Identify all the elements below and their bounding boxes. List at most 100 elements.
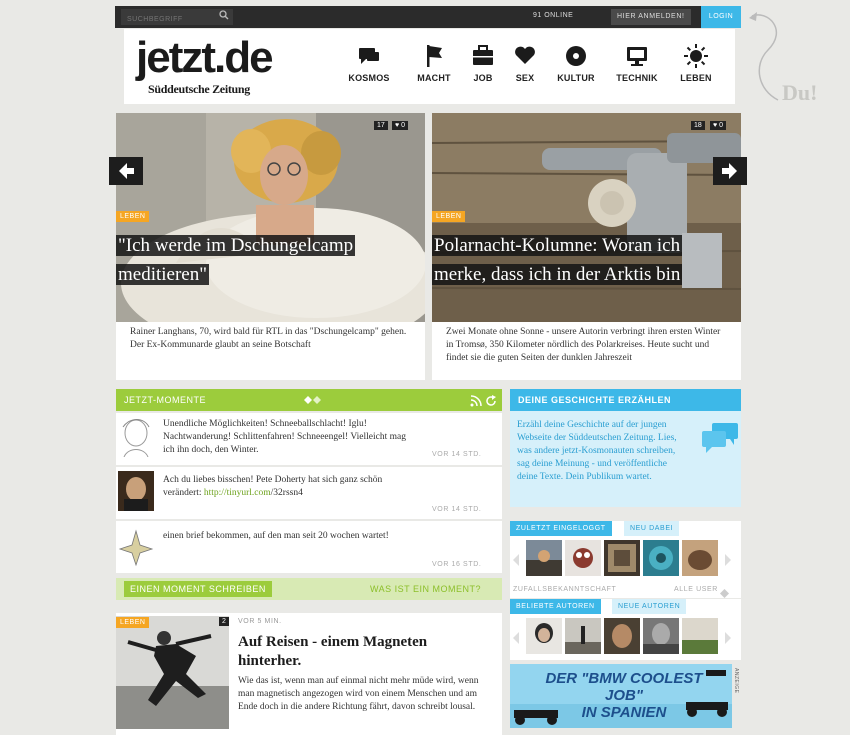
search-input[interactable]: [121, 9, 233, 25]
moment-time: VOR 16 STD.: [432, 561, 482, 568]
article-teaser[interactable]: LEBEN 2 VOR 5 MIN. Auf Reisen - einem Ma…: [116, 613, 502, 735]
moment-item[interactable]: einen brief bekommen, auf den man seit 2…: [116, 521, 502, 573]
tab-neu-dabei[interactable]: NEU DABEI: [624, 521, 680, 536]
register-button[interactable]: HIER ANMELDEN!: [611, 9, 691, 25]
site-logo[interactable]: jetzt.de: [136, 33, 274, 83]
du-text: Du!: [782, 80, 818, 105]
write-moment-button[interactable]: EINEN MOMENT SCHREIBEN: [124, 581, 272, 597]
user-avatar[interactable]: [682, 540, 718, 576]
tab-beliebte-autoren[interactable]: BELIEBTE AUTOREN: [510, 599, 601, 614]
ad-line: IN SPANIEN: [581, 704, 667, 721]
moment-text: Unendliche Möglichkeiten! Schneeballschl…: [163, 419, 406, 455]
slide-headline-1[interactable]: "Ich werde im Dschungelcamp meditieren": [116, 231, 425, 289]
article-title-line: hinterher.: [238, 653, 302, 669]
article-time: VOR 5 MIN.: [238, 618, 282, 625]
login-button[interactable]: LOGIN: [701, 6, 741, 28]
nav-item-leben[interactable]: LEBEN: [674, 43, 718, 83]
ad-banner[interactable]: DER "BMW COOLEST JOB" IN SPANIEN: [510, 664, 732, 728]
author-avatar[interactable]: [565, 618, 601, 654]
arrow-right-icon: [713, 163, 747, 189]
tab-zuletzt-eingeloggt[interactable]: ZULETZT EINGELOGGT: [510, 521, 612, 536]
headline-line: merke, dass ich in der Arktis bin: [432, 264, 683, 285]
chevron-left-icon[interactable]: [513, 553, 521, 566]
ad-label: ANZEIGE: [733, 668, 739, 694]
what-is-moment-link[interactable]: WAS IST EIN MOMENT?: [370, 584, 481, 594]
author-avatar[interactable]: [682, 618, 718, 654]
slider-next-button[interactable]: [713, 157, 747, 185]
view-count: 18: [694, 122, 702, 129]
article-title[interactable]: Auf Reisen - einem Magneten hinterher.: [238, 633, 427, 671]
chevron-right-icon[interactable]: [723, 631, 731, 644]
all-users-link[interactable]: ALLE USER: [674, 586, 718, 593]
slide-image-1[interactable]: [116, 113, 425, 322]
nav-label: JOB: [473, 73, 493, 83]
moments-title: JETZT-MOMENTE: [124, 395, 206, 405]
headline-line: meditieren": [116, 264, 209, 285]
nav-item-job[interactable]: JOB: [468, 43, 498, 83]
moment-item[interactable]: Unendliche Möglichkeiten! Schneeballschl…: [116, 413, 502, 465]
slide-category[interactable]: LEBEN: [116, 211, 150, 222]
nav-item-macht[interactable]: MACHT: [414, 43, 454, 83]
slide-image-2[interactable]: [432, 113, 741, 322]
user-avatar[interactable]: [526, 540, 562, 576]
article-category[interactable]: LEBEN: [116, 617, 150, 628]
rss-icon[interactable]: [470, 394, 482, 412]
nav-diamonds-icon[interactable]: [304, 393, 322, 411]
moment-link[interactable]: http://tinyurl.com: [204, 488, 271, 498]
slider-prev-button[interactable]: [109, 157, 143, 185]
nav-item-kultur[interactable]: KULTUR: [552, 43, 600, 83]
users-strip: [510, 536, 741, 582]
authors-strip: [510, 614, 741, 660]
search-icon[interactable]: [219, 10, 233, 24]
like-count: 0: [719, 122, 724, 129]
briefcase-icon: [468, 43, 498, 73]
ad-text: DER "BMW COOLEST JOB" IN SPANIEN: [526, 670, 722, 721]
user-avatar[interactable]: [565, 540, 601, 576]
refresh-icon[interactable]: [485, 394, 497, 412]
avatar: [118, 417, 154, 458]
user-avatar[interactable]: [604, 540, 640, 576]
moment-item[interactable]: Ach du liebes bisschen! Pete Doherty hat…: [116, 467, 502, 519]
headline-line: Polarnacht-Kolumne: Woran ich: [432, 235, 683, 256]
slide-headline-2[interactable]: Polarnacht-Kolumne: Woran ich merke, das…: [432, 231, 741, 289]
author-avatar[interactable]: [526, 618, 562, 654]
article-title-line: Auf Reisen - einem Magneten: [238, 634, 428, 650]
author-avatar[interactable]: [643, 618, 679, 654]
tab-neue-autoren[interactable]: NEUE AUTOREN: [612, 599, 687, 614]
nav-item-sex[interactable]: SEX: [511, 43, 539, 83]
du-doodle: Du!: [748, 10, 848, 110]
chevron-left-icon[interactable]: [513, 631, 521, 644]
nav-label: TECHNIK: [616, 73, 658, 83]
random-user-link[interactable]: ZUFALLSBEKANNTSCHAFT: [513, 586, 616, 593]
like-count-badge: ♥ 0: [392, 121, 409, 130]
moments-footer: EINEN MOMENT SCHREIBEN WAS IST EIN MOMEN…: [116, 578, 502, 600]
chevron-right-icon[interactable]: [723, 553, 731, 566]
nav-item-kosmos[interactable]: KOSMOS: [346, 43, 392, 83]
author-avatar[interactable]: [604, 618, 640, 654]
like-count-badge: ♥ 0: [710, 121, 727, 130]
moment-time: VOR 14 STD.: [432, 451, 482, 458]
article-image[interactable]: [116, 616, 229, 729]
nav-item-technik[interactable]: TECHNIK: [612, 43, 662, 83]
article-teaser-text: Wie das ist, wenn man auf einmal nicht m…: [238, 676, 479, 712]
slide-caption-1: Rainer Langhans, 70, wird bald für RTL i…: [116, 322, 425, 380]
comment-count-badge: 2: [219, 617, 229, 626]
like-count: 0: [401, 122, 406, 129]
record-icon: [552, 43, 600, 73]
chat-bubbles-icon: [346, 43, 392, 73]
user-avatar[interactable]: [643, 540, 679, 576]
nav-label: KULTUR: [557, 73, 595, 83]
site-header: jetzt.de Süddeutsche Zeitung KOSMOS MACH…: [124, 29, 735, 104]
moment-text: einen brief bekommen, auf den man seit 2…: [163, 531, 389, 541]
nav-label: LEBEN: [680, 73, 712, 83]
deine-geschichte-header[interactable]: DEINE GESCHICHTE ERZÄHLEN: [510, 389, 741, 411]
nav-label: SEX: [515, 73, 535, 83]
users-tabbar: ZULETZT EINGELOGGT NEU DABEI: [510, 521, 741, 536]
flag-icon: [414, 43, 454, 73]
slide-category[interactable]: LEBEN: [432, 211, 466, 222]
sun-icon: [674, 43, 718, 73]
deine-geschichte-text: Erzähl deine Geschichte auf der jungen W…: [517, 420, 677, 482]
speech-bubbles-icon: [700, 421, 740, 462]
deine-geschichte-box[interactable]: Erzähl deine Geschichte auf der jungen W…: [510, 411, 741, 507]
top-bar: 91 ONLINE HIER ANMELDEN! LOGIN: [115, 6, 741, 28]
